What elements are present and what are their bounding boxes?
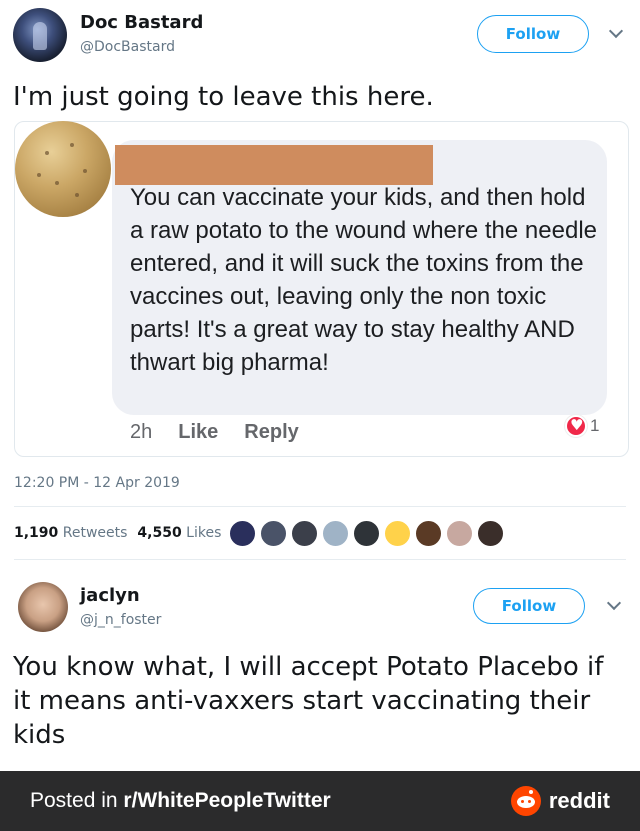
redacted-name-bar xyxy=(115,145,433,185)
liker-avatar[interactable] xyxy=(321,519,350,548)
doc-bastard-avatar[interactable] xyxy=(13,8,67,62)
potato-avatar xyxy=(15,121,111,217)
author-name[interactable]: Doc Bastard xyxy=(80,12,203,33)
divider xyxy=(14,559,626,560)
liker-avatar[interactable] xyxy=(445,519,474,548)
retweets-stat[interactable]: 1,190 Retweets xyxy=(14,525,127,541)
reaction-count: 1 xyxy=(590,416,600,435)
comment-actions: 2h Like Reply xyxy=(130,421,299,444)
comment-age: 2h xyxy=(130,421,153,443)
liker-avatar[interactable] xyxy=(290,519,319,548)
tweet-text: I'm just going to leave this here. xyxy=(13,82,434,112)
likes-stat[interactable]: 4,550 Likes xyxy=(137,525,221,541)
chevron-down-icon[interactable] xyxy=(608,23,624,39)
chevron-down-icon[interactable] xyxy=(606,595,622,611)
liker-avatar[interactable] xyxy=(259,519,288,548)
liker-avatar[interactable] xyxy=(414,519,443,548)
follow-button[interactable]: Follow xyxy=(477,15,589,53)
reply-follow-button[interactable]: Follow xyxy=(473,588,585,624)
heart-reaction-icon xyxy=(565,415,587,437)
liker-avatar[interactable] xyxy=(383,519,412,548)
jaclyn-avatar[interactable] xyxy=(18,582,68,632)
subreddit-link[interactable]: r/WhitePeopleTwitter xyxy=(123,789,330,812)
liker-avatar[interactable] xyxy=(352,519,381,548)
comment-reply-link: Reply xyxy=(244,421,299,443)
reddit-wordmark: reddit xyxy=(548,788,610,813)
reddit-footer: Posted in r/WhitePeopleTwitter reddit xyxy=(0,771,640,831)
tweet-timestamp[interactable]: 12:20 PM - 12 Apr 2019 xyxy=(14,475,180,491)
liker-avatar[interactable] xyxy=(476,519,505,548)
author-handle[interactable]: @DocBastard xyxy=(80,39,175,55)
reddit-logo-icon xyxy=(510,786,541,816)
tweet-stats: 1,190 Retweets 4,550 Likes xyxy=(14,525,221,541)
posted-in-text: Posted in r/WhitePeopleTwitter xyxy=(30,789,331,812)
comment-reaction: 1 xyxy=(565,415,599,437)
divider xyxy=(14,506,626,507)
reddit-brand[interactable]: reddit xyxy=(510,786,610,816)
comment-text: You can vaccinate your kids, and then ho… xyxy=(130,184,597,376)
comment-like-link: Like xyxy=(178,421,219,443)
reply-text: You know what, I will accept Potato Plac… xyxy=(13,652,604,750)
liker-avatar[interactable] xyxy=(228,519,257,548)
reply-author-handle[interactable]: @j_n_foster xyxy=(80,612,161,628)
liker-avatars xyxy=(228,519,505,548)
reply-author-name[interactable]: jaclyn xyxy=(80,585,140,606)
